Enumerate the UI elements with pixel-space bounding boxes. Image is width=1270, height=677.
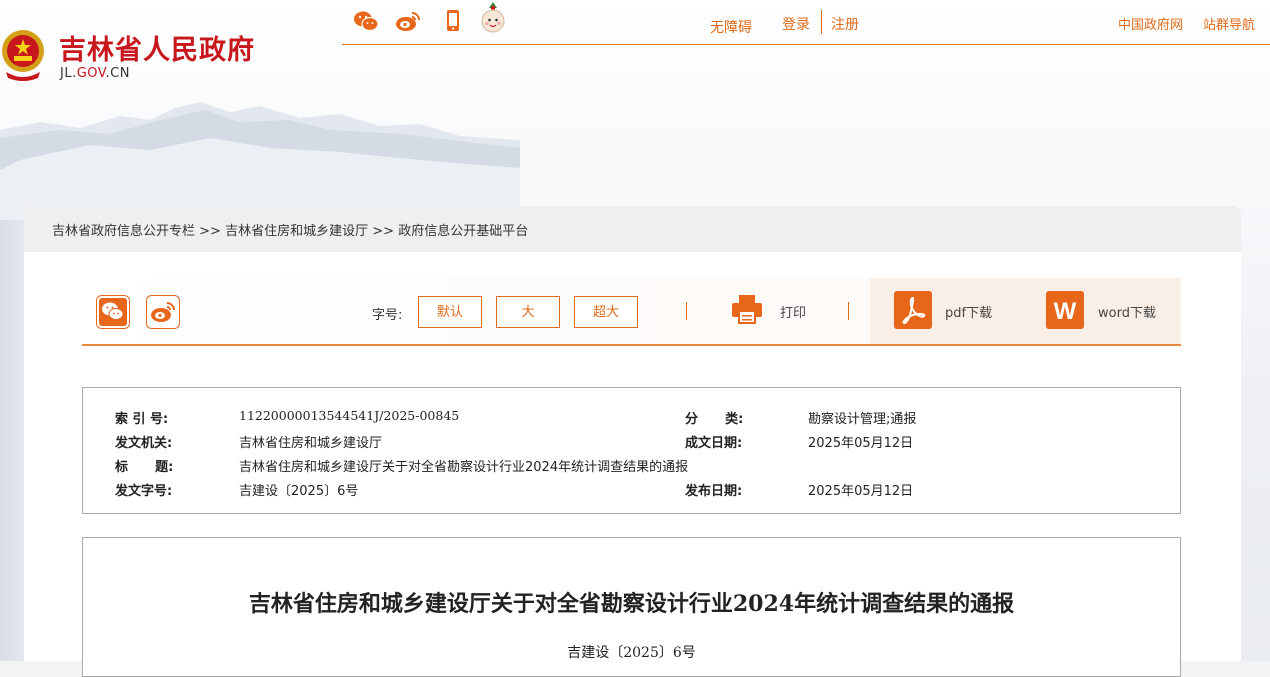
site-nav-link[interactable]: 站群导航 [1203,14,1255,33]
title-label: 标 题: [115,460,174,475]
category-value: 勘察设计管理;通报 [808,412,917,427]
issuer-value: 吉林省住房和城乡建设厅 [239,436,383,451]
doc-number-value: 吉建设〔2025〕6号 [239,484,359,499]
wechat-share-icon[interactable] [96,295,130,329]
doc-number-label: 发文字号: [115,484,173,499]
breadcrumb-separator: >> [199,224,221,239]
toolbar-separator [848,302,849,320]
article-title: 吉林省住房和城乡建设厅关于对全省勘察设计行业2024年统计调查结果的通报 [248,591,1015,617]
mobile-icon[interactable] [440,8,466,34]
weibo-share-icon[interactable] [146,295,180,329]
written-date-label: 成文日期: [685,436,743,451]
font-size-xlarge-button[interactable]: 超大 [574,296,638,328]
category-label: 分 类: [685,412,744,427]
print-icon[interactable] [730,292,764,326]
site-domain: JL.GOV.CN [60,66,130,81]
article-doc-number: 吉建设〔2025〕6号 [567,645,696,661]
wechat-icon[interactable] [353,8,379,34]
font-size-large-button[interactable]: 大 [496,296,560,328]
breadcrumb: 吉林省政府信息公开专栏 >> 吉林省住房和城乡建设厅 >> 政府信息公开基础平台 [24,206,1241,252]
site-title[interactable]: 吉林省人民政府 [59,28,255,67]
print-label[interactable]: 打印 [780,302,806,321]
word-icon[interactable]: W [1046,291,1084,329]
pdf-icon[interactable] [894,291,932,329]
breadcrumb-item-info-column[interactable]: 吉林省政府信息公开专栏 [52,224,195,239]
word-download-label[interactable]: word下载 [1098,302,1156,321]
pdf-download-label[interactable]: pdf下载 [945,302,992,321]
accessibility-link[interactable]: 无障碍 [710,17,752,37]
article-toolbar: 字号: 默认 大 超大 打印 pdf下载 W word下载 [82,278,1181,346]
document-metadata: 索 引 号: 11220000013544541J/2025-00845 分 类… [82,387,1181,514]
toolbar-separator [686,302,687,320]
national-emblem-icon [2,30,44,81]
index-label: 索 引 号: [115,412,169,427]
article-body: 吉林省住房和城乡建设厅关于对全省勘察设计行业2024年统计调查结果的通报 吉建设… [82,537,1181,677]
title-value: 吉林省住房和城乡建设厅关于对全省勘察设计行业2024年统计调查结果的通报 [239,460,689,475]
published-date-value: 2025年05月12日 [808,484,914,499]
index-value: 11220000013544541J/2025-00845 [239,408,460,423]
breadcrumb-item-platform[interactable]: 政府信息公开基础平台 [398,224,528,239]
register-link[interactable]: 注册 [831,14,859,34]
login-link[interactable]: 登录 [782,14,810,34]
header-divider [342,44,1270,45]
issuer-label: 发文机关: [115,436,173,451]
download-area: pdf下载 W word下载 [870,278,1181,344]
font-size-label: 字号: [372,308,403,323]
china-gov-link[interactable]: 中国政府网 [1118,14,1183,33]
font-size-default-button[interactable]: 默认 [418,296,482,328]
mascot-icon[interactable] [479,2,507,36]
weibo-icon[interactable] [395,8,421,34]
top-separator [821,10,822,34]
breadcrumb-item-housing-dept[interactable]: 吉林省住房和城乡建设厅 [225,224,368,239]
published-date-label: 发布日期: [685,484,743,499]
breadcrumb-separator: >> [372,224,395,239]
written-date-value: 2025年05月12日 [808,436,914,451]
svg-text:W: W [1054,298,1077,325]
